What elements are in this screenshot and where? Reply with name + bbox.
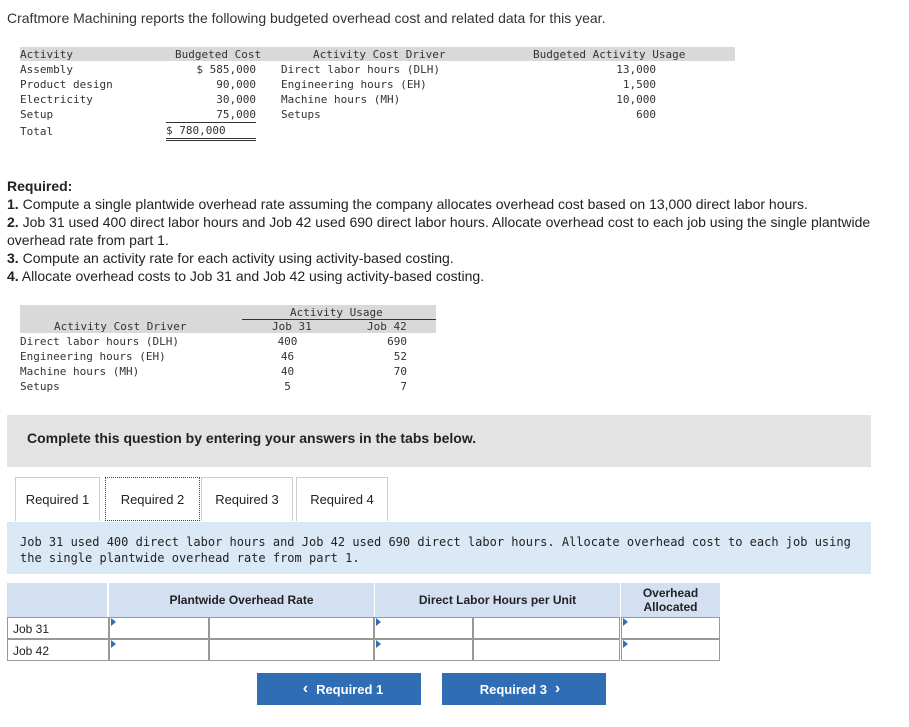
input-marker-icon xyxy=(111,618,116,626)
item-text: Allocate overhead costs to Job 31 and Jo… xyxy=(18,268,485,284)
next-required-3-button[interactable]: Required 3 › xyxy=(442,673,606,705)
item-text: Job 31 used 400 direct labor hours and J… xyxy=(7,214,871,248)
activity-usage-group-header: Activity Usage xyxy=(290,306,383,319)
usage-driver: Machine hours (MH) xyxy=(20,365,140,378)
job31-hours-input[interactable] xyxy=(374,617,473,639)
input-marker-icon xyxy=(111,640,116,648)
tab-required-3[interactable]: Required 3 xyxy=(201,477,293,521)
intro-text: Craftmore Machining reports the followin… xyxy=(7,10,606,26)
budgeted-cost: 75,000 xyxy=(166,107,256,123)
required-section: Required: 1. Compute a single plantwide … xyxy=(7,177,909,285)
job31-usage: 5 xyxy=(284,380,291,393)
header-activity: Activity xyxy=(20,48,73,61)
chevron-left-icon: ‹ xyxy=(302,680,309,697)
item-number: 2. xyxy=(7,214,19,230)
prev-button-label: Required 1 xyxy=(316,681,384,697)
activity-name: Setup xyxy=(20,108,54,121)
item-text: Compute an activity rate for each activi… xyxy=(18,250,454,266)
usage-driver: Engineering hours (EH) xyxy=(20,350,166,363)
budgeted-cost: $ 585,000 xyxy=(196,63,256,76)
job42-usage: 70 xyxy=(393,365,407,378)
job31-rate-unit-input[interactable] xyxy=(209,617,374,639)
job42-rate-unit-input[interactable] xyxy=(209,639,374,661)
header-plantwide-overhead-rate: Plantwide Overhead Rate xyxy=(109,583,374,617)
row-label-job31: Job 31 xyxy=(7,617,109,639)
job42-usage: 7 xyxy=(400,380,407,393)
job42-hours-extra-input[interactable] xyxy=(473,639,620,661)
activity-usage: 13,000 xyxy=(616,63,656,76)
tab-required-1[interactable]: Required 1 xyxy=(15,477,100,521)
total-label: Total xyxy=(20,125,54,138)
job31-usage: 46 xyxy=(280,350,295,363)
required-item-3: 3. Compute an activity rate for each act… xyxy=(7,249,909,267)
job42-rate-input[interactable] xyxy=(109,639,209,661)
required-item-4: 4. Allocate overhead costs to Job 31 and… xyxy=(7,267,909,285)
answer-header-blank xyxy=(7,583,107,617)
cost-driver: Machine hours (MH) xyxy=(281,93,401,106)
job31-hours-extra-input[interactable] xyxy=(473,617,620,639)
job42-usage: 52 xyxy=(393,350,407,363)
job42-header: Job 42 xyxy=(367,320,407,333)
prev-required-1-button[interactable]: ‹ Required 1 xyxy=(257,673,421,705)
cost-driver: Direct labor hours (DLH) xyxy=(281,63,440,76)
header-overhead-allocated: Overhead Allocated xyxy=(621,583,720,617)
item-number: 1. xyxy=(7,196,19,212)
budgeted-cost: 30,000 xyxy=(216,93,256,106)
cost-driver: Engineering hours (EH) xyxy=(281,78,427,91)
row-label-job42: Job 42 xyxy=(7,639,109,661)
activity-name: Product design xyxy=(20,78,113,91)
required-heading: Required: xyxy=(7,178,73,194)
usage-driver: Direct labor hours (DLH) xyxy=(20,335,179,348)
input-marker-icon xyxy=(376,640,381,648)
item-number: 4. xyxy=(7,268,19,284)
required-item-1: 1. Compute a single plantwide overhead r… xyxy=(7,195,909,213)
next-button-label: Required 3 xyxy=(479,681,547,697)
activity-usage-table: Activity Usage Activity Cost Driver Job … xyxy=(20,305,436,395)
input-marker-icon xyxy=(376,618,381,626)
question-panel: Job 31 used 400 direct labor hours and J… xyxy=(7,522,871,574)
activity-name: Assembly xyxy=(20,63,73,76)
input-marker-icon xyxy=(623,640,628,648)
required-item-2: 2. Job 31 used 400 direct labor hours an… xyxy=(7,213,909,249)
job42-usage: 690 xyxy=(387,335,407,348)
header-direct-labor-hours-per-unit: Direct Labor Hours per Unit xyxy=(375,583,620,617)
input-marker-icon xyxy=(623,618,628,626)
header-budgeted-cost: Budgeted Cost xyxy=(175,48,262,61)
chevron-right-icon: › xyxy=(554,680,561,697)
job42-hours-input[interactable] xyxy=(374,639,473,661)
tab-required-2[interactable]: Required 2 xyxy=(105,477,200,521)
budgeted-cost: 90,000 xyxy=(216,78,256,91)
total-cost: $ 780,000 xyxy=(166,123,256,141)
instructions-banner: Complete this question by entering your … xyxy=(7,415,871,467)
usage-driver: Setups xyxy=(20,380,60,393)
complete-prompt: Complete this question by entering your … xyxy=(27,430,477,446)
job31-usage: 400 xyxy=(277,335,298,348)
job31-rate-input[interactable] xyxy=(109,617,209,639)
job31-usage: 40 xyxy=(280,365,295,378)
activity-usage: 10,000 xyxy=(616,93,656,106)
header-activity-cost-driver: Activity Cost Driver xyxy=(313,48,446,61)
cost-driver: Setups xyxy=(281,108,321,121)
header-budgeted-activity-usage: Budgeted Activity Usage xyxy=(533,48,686,61)
activity-usage: 1,500 xyxy=(622,78,656,91)
tab-required-4[interactable]: Required 4 xyxy=(296,477,388,521)
job31-header: Job 31 xyxy=(272,320,312,333)
item-number: 3. xyxy=(7,250,19,266)
panel-instruction: Job 31 used 400 direct labor hours and J… xyxy=(20,535,851,565)
job42-overhead-allocated-input[interactable] xyxy=(621,639,720,661)
driver-header: Activity Cost Driver xyxy=(54,320,187,333)
item-text: Compute a single plantwide overhead rate… xyxy=(18,196,808,212)
job31-overhead-allocated-input[interactable] xyxy=(621,617,720,639)
activity-name: Electricity xyxy=(20,93,93,106)
activity-usage: 600 xyxy=(636,108,656,121)
